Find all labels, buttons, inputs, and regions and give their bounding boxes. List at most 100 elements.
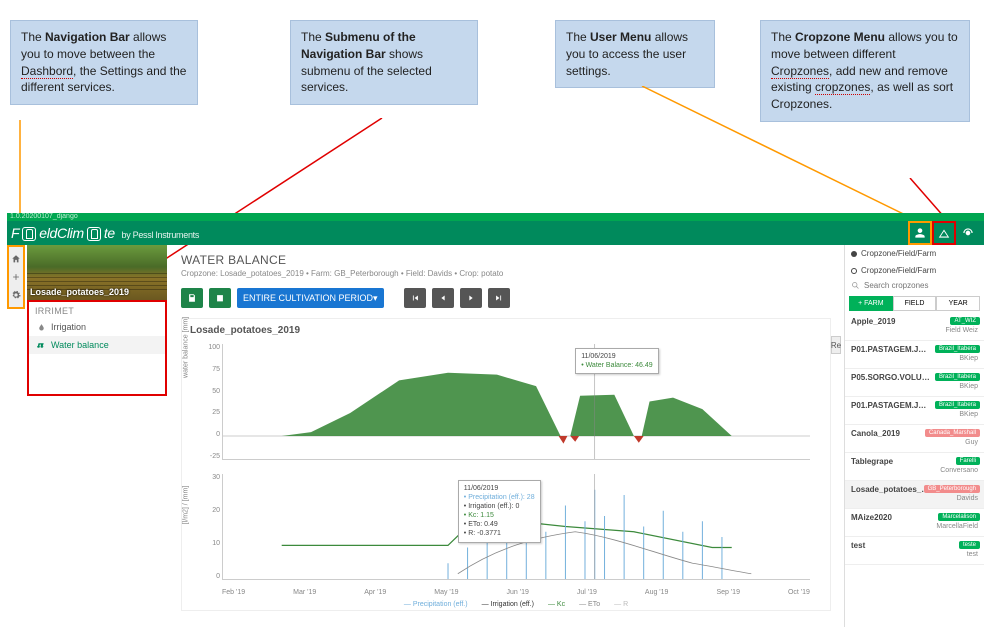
sidebar: Losade_potatoes_2019 IRRIMET Irrigation … — [27, 245, 167, 396]
prev-button[interactable] — [432, 288, 454, 308]
cropzone-list: Apple_2019 AT_WIZ Field Weiz P01.PASTAGEM.J… — [845, 313, 984, 565]
cropzone-item[interactable]: P05.SORGO.VOLUMAX... Brazil_Itabera BKiep — [845, 369, 984, 397]
submenu-item-water-balance[interactable]: Water balance — [29, 336, 165, 354]
cropzone-item[interactable]: Canola_2019Canada_Marshall Guy — [845, 425, 984, 453]
submenu-label: Water balance — [51, 340, 109, 350]
version-bar: 1.0.20200107_django — [7, 213, 984, 221]
user-icon — [913, 226, 927, 240]
plot-1[interactable]: 11/06/2019 • Water Balance: 46.49 — [222, 344, 810, 460]
cropzone-badge: GB_Peterborough — [924, 485, 980, 493]
save-icon — [187, 293, 197, 303]
chart-tooltip-2: 11/06/2019 • Precipitation (eff.): 28 • … — [458, 480, 541, 543]
cropzone-name: P05.SORGO.VOLUMAX... — [851, 373, 931, 382]
callout-cropzone: The Cropzone Menu allows you to move bet… — [760, 20, 970, 122]
tab-farm[interactable]: + FARM — [849, 296, 893, 311]
callout-user: The User Menu allows you to access the u… — [555, 20, 715, 88]
chart-title: Losade_potatoes_2019 — [182, 319, 830, 340]
droplet-icon — [37, 323, 46, 332]
cropzone-item[interactable]: TablegrapeFarelliConversano — [845, 453, 984, 481]
cropzone-name: Canola_2019 — [851, 429, 931, 438]
cropzone-name: MAize2020 — [851, 513, 931, 522]
cropzone-farm: BKiep — [851, 411, 978, 418]
x-ticks: Feb '19Mar '19Apr '19May '19Jun '19Jul '… — [222, 589, 810, 596]
cropzone-search-input[interactable] — [864, 281, 978, 290]
cropzone-badge: Canada_Marshall — [925, 429, 980, 437]
cropzone-badge: teste — [959, 541, 980, 549]
next-button[interactable] — [460, 288, 482, 308]
cropzone-badge: AT_WIZ — [950, 317, 980, 325]
gear-icon — [11, 290, 21, 300]
cropzone-item[interactable]: MAize2020 Marcelalison MarcellaField — [845, 509, 984, 537]
cropzone-farm: Guy — [851, 439, 978, 446]
cropzone-item[interactable]: P01.PASTAGEM.JAN.19 Brazil_Itabera BKiep — [845, 397, 984, 425]
header-bar: FeldClimte by Pessl Instruments — [7, 221, 984, 245]
y-ticks-1: 1007550250-25 — [204, 344, 220, 460]
cropzone-badge: Brazil_Itabera — [935, 373, 980, 381]
cropzone-farm: BKiep — [851, 383, 978, 390]
last-button[interactable] — [488, 288, 510, 308]
cropzone-badge: Brazil_Itabera — [935, 401, 980, 409]
cropzone-item[interactable]: Losade_potatoes_20...GB_PeterboroughDavi… — [845, 481, 984, 509]
search-icon — [851, 281, 860, 290]
cropzone-badge: Marcelalison — [938, 513, 980, 521]
main-content: WATER BALANCE Cropzone: Losade_potatoes_… — [171, 245, 841, 615]
next-icon — [466, 293, 476, 303]
balance-icon — [37, 341, 46, 350]
cropzone-farm: MarcellaField — [851, 523, 978, 530]
cropzone-name: Losade_potatoes_20... — [851, 485, 931, 494]
submenu-section: IRRIMET — [29, 302, 165, 318]
nav-home[interactable] — [9, 250, 23, 268]
cropzone-item[interactable]: Apple_2019 AT_WIZ Field Weiz — [845, 313, 984, 341]
save-button[interactable] — [181, 288, 203, 308]
tab-year[interactable]: YEAR — [936, 296, 980, 311]
calendar-button[interactable] — [209, 288, 231, 308]
user-menu-button[interactable] — [908, 221, 932, 245]
sidebar-image: Losade_potatoes_2019 — [27, 245, 167, 300]
water-balance-chart: water balance [mm] 1007550250-25 11/06/2… — [182, 340, 830, 470]
cropzone-farm: BKiep — [851, 355, 978, 362]
plot-2[interactable]: 11/06/2019 • Precipitation (eff.): 28 • … — [222, 474, 810, 580]
cropzone-menu-button[interactable] — [932, 221, 956, 245]
prev-icon — [438, 293, 448, 303]
callout-nav: The Navigation Bar allows you to move be… — [10, 20, 198, 105]
radio-unselected-icon — [851, 268, 857, 274]
nav-add[interactable] — [9, 268, 23, 286]
chart-legend: Precipitation (eff.) Irrigation (eff.) K… — [222, 601, 810, 608]
calendar-icon — [215, 293, 225, 303]
chart-tooltip-1: 11/06/2019 • Water Balance: 46.49 — [575, 348, 658, 374]
tab-field[interactable]: FIELD — [893, 296, 937, 311]
cropzone-tabs: + FARM FIELD YEAR — [849, 296, 980, 311]
home-icon — [11, 254, 21, 264]
cropzone-panel: Cropzone/Field/Farm Cropzone/Field/Farm … — [844, 245, 984, 627]
cropzone-item[interactable]: P01.PASTAGEM.JAN.19 Brazil_Itabera BKiep — [845, 341, 984, 369]
broadcast-icon — [961, 226, 975, 240]
cropzone-farm: Conversano — [851, 467, 978, 474]
logo-icon — [22, 227, 36, 241]
radio-selected-icon — [851, 251, 857, 257]
cropzone-name: Tablegrape — [851, 457, 931, 466]
cropzone-name: P01.PASTAGEM.JAN.19 — [851, 345, 931, 354]
refresh-button[interactable]: Re — [831, 336, 841, 354]
broadcast-button[interactable] — [956, 221, 980, 245]
period-dropdown[interactable]: ENTIRE CULTIVATION PERIOD ▾ — [237, 288, 384, 308]
breadcrumb: Cropzone: Losade_potatoes_2019 • Farm: G… — [181, 269, 831, 278]
first-button[interactable] — [404, 288, 426, 308]
logo: FeldClimte by Pessl Instruments — [11, 225, 199, 241]
cropzone-name: test — [851, 541, 931, 550]
chart-container: Losade_potatoes_2019 water balance [mm] … — [181, 318, 831, 611]
cropzone-item[interactable]: testtestetest — [845, 537, 984, 565]
cropzone-name: Apple_2019 — [851, 317, 931, 326]
submenu: IRRIMET Irrigation Water balance — [27, 300, 167, 396]
cropzone-badge: Brazil_Itabera — [935, 345, 980, 353]
sidebar-cropzone-name: Losade_potatoes_2019 — [30, 287, 129, 297]
cropzone-name: P01.PASTAGEM.JAN.19 — [851, 401, 931, 410]
cropzone-farm: Field Weiz — [851, 327, 978, 334]
toolbar: ENTIRE CULTIVATION PERIOD ▾ — [171, 282, 841, 314]
nav-settings[interactable] — [9, 286, 23, 304]
sort-option-1[interactable]: Cropzone/Field/Farm — [845, 245, 984, 262]
navigation-bar — [7, 245, 25, 309]
submenu-item-irrigation[interactable]: Irrigation — [29, 318, 165, 336]
submenu-label: Irrigation — [51, 322, 86, 332]
sort-option-2[interactable]: Cropzone/Field/Farm — [845, 262, 984, 279]
precipitation-chart: [l/m2] / [mm] 3020100 11/06/2019 • Preci… — [182, 470, 830, 610]
